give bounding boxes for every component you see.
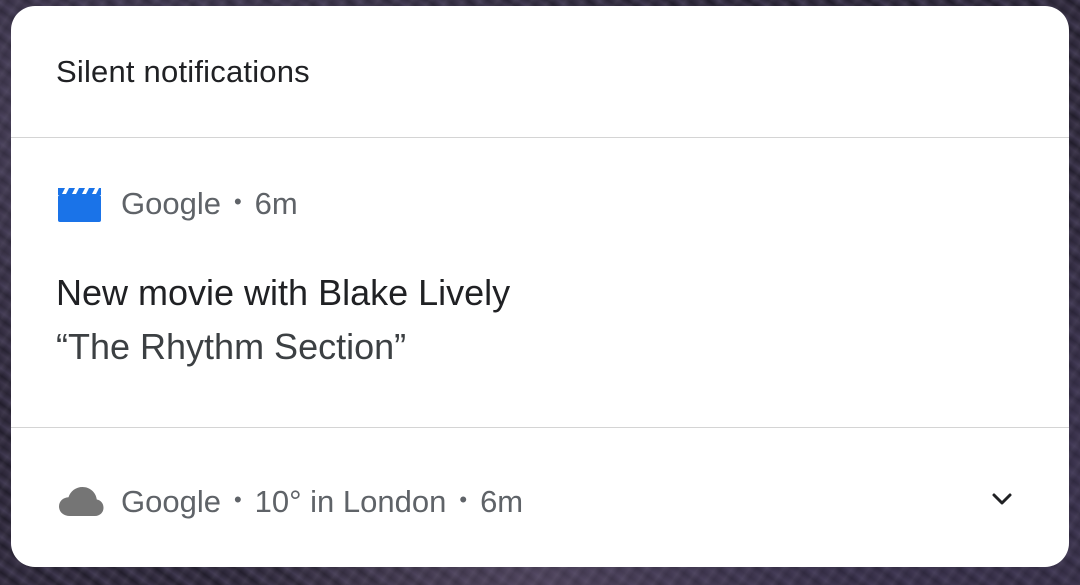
- notification-header: Google • 10° in London • 6m: [58, 484, 523, 520]
- app-name: Google: [121, 186, 221, 221]
- section-header: Silent notifications: [11, 6, 1069, 138]
- clapperboard-icon: [58, 186, 101, 222]
- notification-panel: Silent notifications Google • 6m New mov…: [11, 6, 1069, 567]
- notification-time: 6m: [254, 186, 298, 221]
- notification-header: Google • 6m: [58, 186, 298, 222]
- expand-button[interactable]: [985, 484, 1019, 518]
- separator: •: [233, 487, 242, 512]
- cloud-icon: [58, 484, 104, 520]
- notification-text: “The Rhythm Section”: [56, 326, 407, 367]
- app-name: Google: [121, 484, 221, 519]
- weather-summary: 10° in London: [254, 484, 447, 519]
- chevron-down-icon: [991, 492, 1013, 511]
- movie-notification[interactable]: Google • 6m New movie with Blake Lively …: [11, 138, 1069, 428]
- weather-notification[interactable]: Google • 10° in London • 6m: [11, 428, 1069, 567]
- notification-time: 6m: [480, 484, 524, 519]
- separator: •: [459, 487, 468, 512]
- section-title: Silent notifications: [56, 54, 310, 89]
- notification-title: New movie with Blake Lively: [56, 272, 511, 313]
- separator: •: [233, 189, 242, 214]
